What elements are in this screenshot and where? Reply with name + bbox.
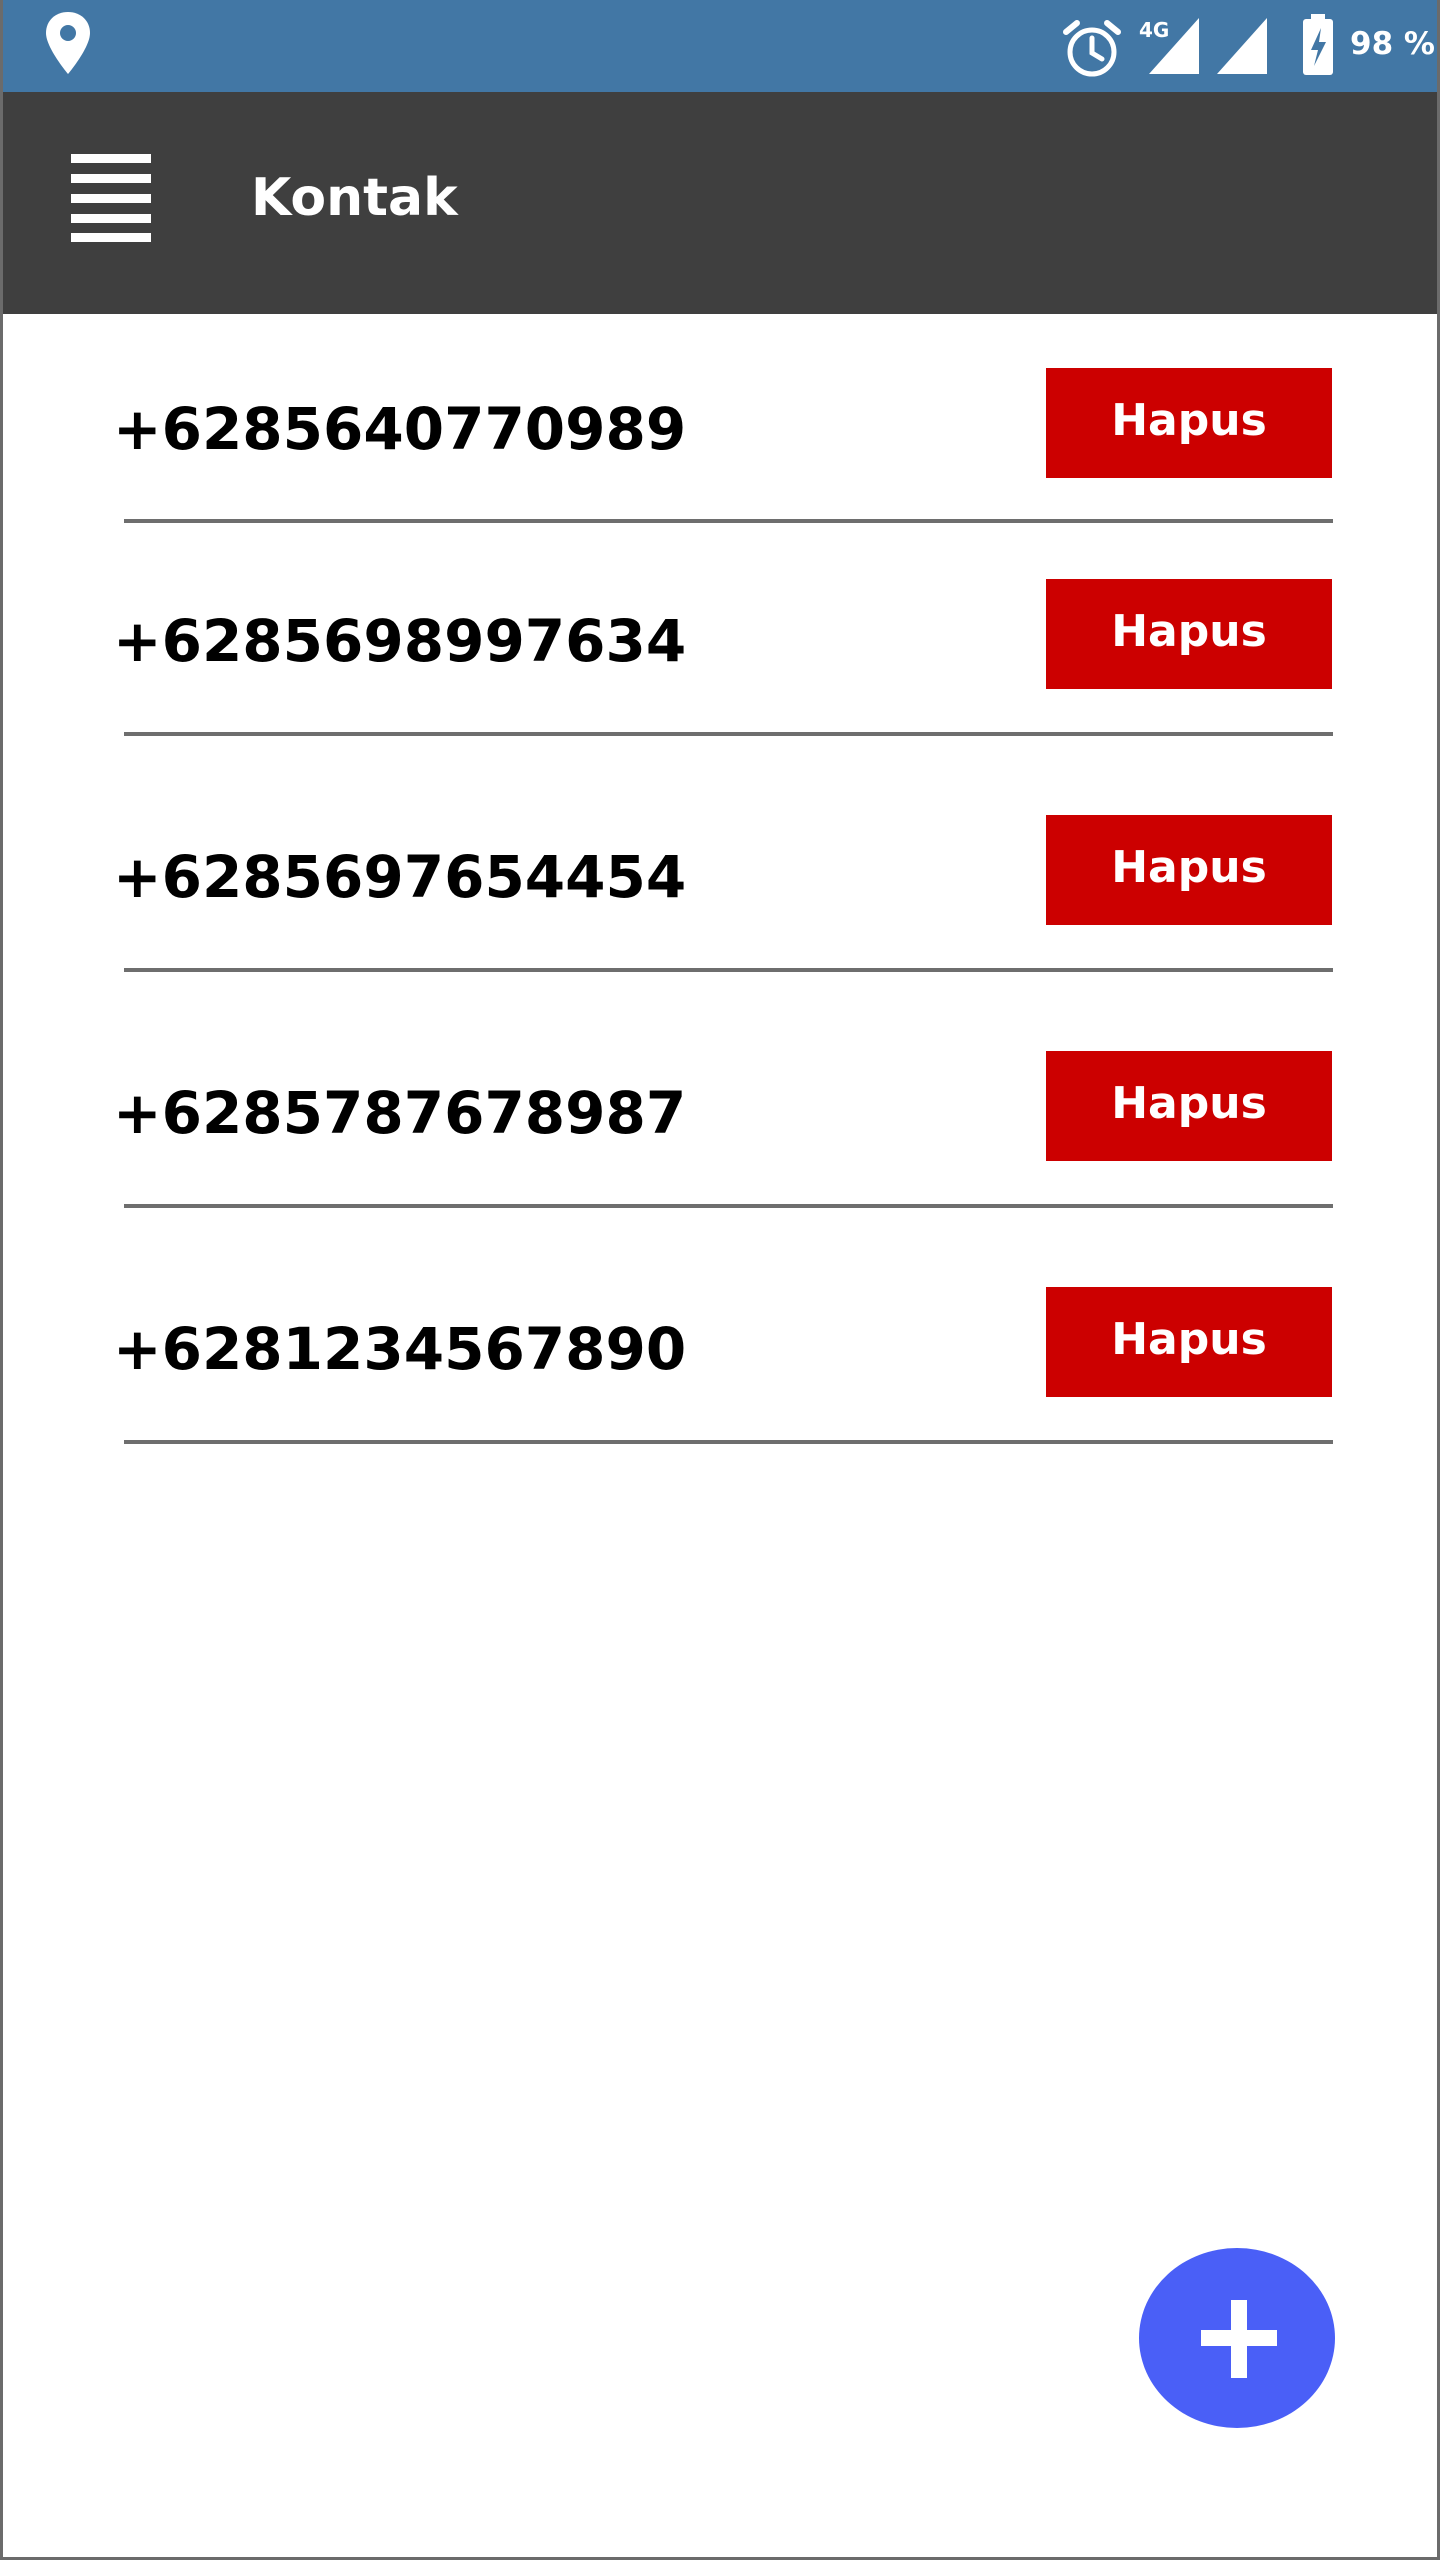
row-divider	[124, 1440, 1333, 1444]
delete-button[interactable]: Hapus	[1046, 1051, 1332, 1161]
row-divider	[124, 968, 1333, 972]
row-divider	[124, 519, 1333, 523]
contact-phone: +6285698997634	[113, 607, 687, 675]
page-title: Kontak	[251, 168, 458, 228]
contacts-screen: 4G 98 % Kontak +6285640770989 Hapus +628…	[0, 0, 1440, 2560]
battery-charging-icon	[1301, 14, 1335, 80]
network-type-label: 4G	[1139, 18, 1170, 42]
delete-button[interactable]: Hapus	[1046, 1287, 1332, 1397]
contact-phone: +6281234567890	[113, 1315, 687, 1383]
row-divider	[124, 1204, 1333, 1208]
delete-button[interactable]: Hapus	[1046, 579, 1332, 689]
battery-level: 98 %	[1350, 26, 1435, 62]
contact-phone: +6285697654454	[113, 843, 687, 911]
location-icon	[43, 10, 93, 80]
status-bar: 4G 98 %	[3, 0, 1437, 92]
alarm-icon	[1061, 18, 1123, 84]
contact-phone: +6285787678987	[113, 1079, 687, 1147]
delete-button[interactable]: Hapus	[1046, 368, 1332, 478]
add-contact-button[interactable]	[1139, 2248, 1335, 2428]
row-divider	[124, 732, 1333, 736]
delete-button[interactable]: Hapus	[1046, 815, 1332, 925]
signal-icon	[1217, 18, 1267, 78]
contact-phone: +6285640770989	[113, 395, 687, 463]
app-bar: Kontak	[3, 92, 1437, 314]
hamburger-menu-icon[interactable]	[67, 154, 151, 242]
